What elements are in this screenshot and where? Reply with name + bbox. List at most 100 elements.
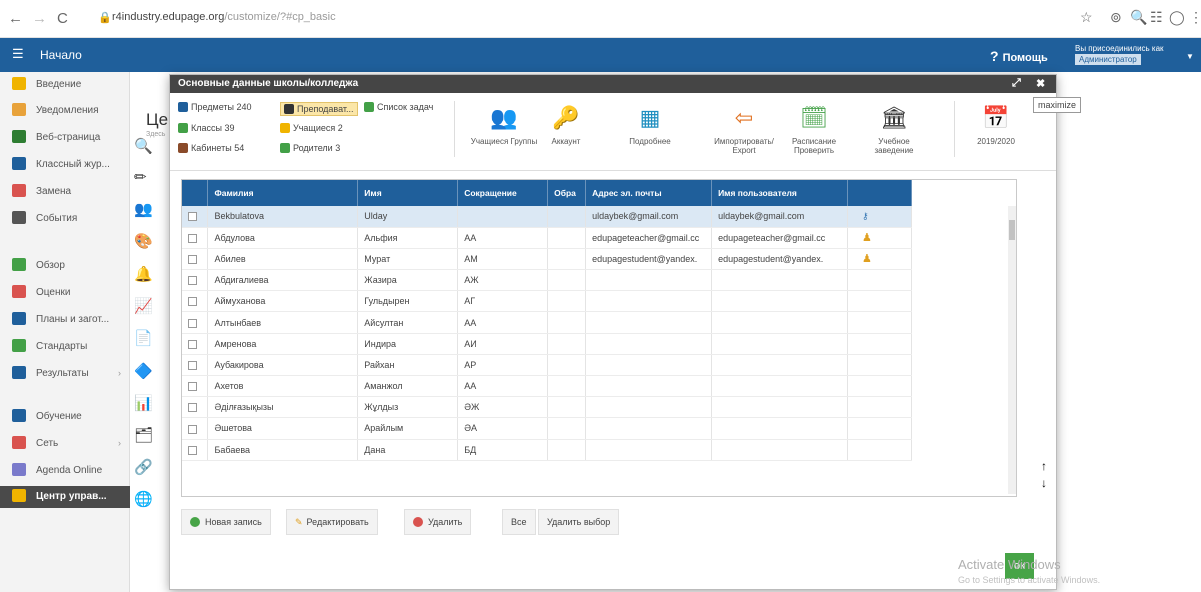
delete-button[interactable]: Удалить	[404, 509, 472, 535]
sidebar-item[interactable]: События	[0, 208, 130, 230]
quick-link[interactable]: Учащиеся 2	[280, 123, 343, 133]
row-checkbox-cell[interactable]	[182, 248, 209, 271]
sidebar-item[interactable]: Обучение	[0, 406, 130, 428]
row-checkbox[interactable]	[188, 297, 197, 307]
table-row[interactable]: Әшетова Арайлым ӘА	[182, 417, 912, 440]
extension-icon[interactable]: ⊚	[1110, 9, 1122, 26]
row-checkbox[interactable]	[188, 339, 197, 349]
toolbar-button[interactable]: 🏛 Учебное заведение	[858, 95, 930, 165]
sidebar-item[interactable]: Стандарты	[0, 336, 130, 358]
table-row[interactable]: Абдигалиева Жазира АЖ	[182, 269, 912, 292]
toolbar-button[interactable]: 🗓 Расписание Проверить	[778, 95, 850, 165]
home-link[interactable]: Начало	[40, 48, 82, 62]
toolbar-button[interactable]: 🔑 Аккаунт	[530, 95, 602, 165]
sidebar-item[interactable]: Введение	[0, 74, 130, 96]
sidebar-item[interactable]: Уведомления	[0, 100, 130, 122]
column-header[interactable]: Имя пользователя	[711, 180, 849, 206]
table-row[interactable]: Амренова Индира АИ	[182, 333, 912, 355]
bookmark-star-icon[interactable]: ☆	[1080, 9, 1093, 26]
sidebar-item[interactable]: Классный жур...	[0, 154, 130, 176]
row-checkbox-cell[interactable]	[182, 375, 209, 398]
row-checkbox-cell[interactable]	[182, 290, 209, 313]
hamburger-menu-icon[interactable]: ☰	[12, 46, 24, 62]
row-checkbox-cell[interactable]	[182, 206, 209, 228]
row-checkbox[interactable]	[188, 403, 197, 413]
row-checkbox[interactable]	[188, 276, 197, 286]
sidebar-item[interactable]: Планы и загот...	[0, 309, 130, 331]
profile-icon[interactable]: ◯	[1169, 9, 1185, 26]
clear-selection-button[interactable]: Удалить выбор	[538, 509, 620, 535]
sidebar-item[interactable]: Оценки	[0, 282, 130, 304]
quick-link[interactable]: Предметы 240	[178, 102, 252, 112]
row-checkbox[interactable]	[188, 360, 197, 370]
column-header[interactable]: Фамилия	[207, 180, 359, 206]
browser-menu-icon[interactable]: ⋮	[1189, 9, 1201, 26]
table-row[interactable]: Әділғазықызы Жұлдыз ӘЖ	[182, 396, 912, 419]
column-header[interactable]: Сокращение	[457, 180, 549, 206]
sidebar-item[interactable]: Сеть ›	[0, 433, 130, 455]
select-all-button[interactable]: Все	[502, 509, 536, 535]
sidebar-item-icon	[12, 489, 26, 502]
quick-link[interactable]: Родители 3	[280, 143, 340, 153]
table-cell: Жазира	[357, 269, 459, 292]
vertical-scrollbar[interactable]	[1008, 206, 1016, 494]
row-checkbox[interactable]	[188, 255, 197, 265]
row-checkbox-cell[interactable]	[182, 269, 209, 292]
maximize-icon[interactable]: ⤢	[1012, 77, 1021, 90]
checkbox-column-header[interactable]	[182, 180, 209, 206]
row-checkbox[interactable]	[188, 212, 197, 222]
sidebar-item[interactable]: Agenda Online	[0, 460, 130, 482]
table-row[interactable]: Bekbulatova Ulday uldaybek@gmail.com uldayb…	[182, 206, 912, 228]
row-checkbox[interactable]	[188, 318, 197, 328]
quick-link[interactable]: Кабинеты 54	[178, 143, 244, 153]
user-info[interactable]: Вы присоединились как Администратор	[1075, 43, 1164, 65]
toolbar-button[interactable]: 📅 2019/2020	[960, 95, 1032, 165]
scrollbar-thumb[interactable]	[1009, 220, 1015, 240]
reload-icon[interactable]: C	[57, 10, 68, 27]
row-checkbox-cell[interactable]	[182, 417, 209, 440]
quick-link[interactable]: Классы 39	[178, 123, 234, 133]
table-row[interactable]: Алтынбаев Айсултан АА	[182, 311, 912, 334]
row-checkbox-cell[interactable]	[182, 396, 209, 419]
table-row[interactable]: Ахетов Аманжол АА	[182, 375, 912, 398]
dialog-titlebar[interactable]: Основные данные школы/колледжа ⤢ ✖	[170, 75, 1056, 93]
quick-link-label: Учащиеся 2	[293, 123, 343, 133]
sidebar-item[interactable]: Замена	[0, 181, 130, 203]
table-row[interactable]: Абдулова Альфия АА edupageteacher@gmail.cc e…	[182, 227, 912, 249]
row-checkbox-cell[interactable]	[182, 227, 209, 249]
sidebar-item[interactable]: Веб-страница	[0, 127, 130, 149]
close-icon[interactable]: ✖	[1036, 77, 1045, 90]
address-bar[interactable]: r4industry.edupage.org/customize/?#cp_ba…	[112, 11, 336, 23]
table-row[interactable]: Бабаева Дана БД	[182, 439, 912, 461]
sidebar-item[interactable]: Результаты ›	[0, 363, 130, 385]
toolbar-button[interactable]: ⇦ Импортировать/ Export	[708, 95, 780, 165]
row-icon-cell	[847, 375, 912, 398]
quick-link[interactable]: Список задач	[364, 102, 433, 112]
row-checkbox-cell[interactable]	[182, 354, 209, 377]
new-record-button[interactable]: Новая запись	[181, 509, 271, 535]
column-header[interactable]: Адрес эл. почты	[585, 180, 713, 206]
table-row[interactable]: Аймуханова Гульдырен АГ	[182, 290, 912, 313]
column-header[interactable]: Имя	[357, 180, 459, 206]
column-header[interactable]: Обра	[547, 180, 587, 206]
search-icon[interactable]: 🔍	[1130, 9, 1147, 26]
row-checkbox[interactable]	[188, 382, 197, 392]
forward-icon[interactable]: →	[32, 10, 47, 27]
sidebar-item[interactable]: Обзор	[0, 255, 130, 277]
sidebar-item[interactable]: Центр управ...	[0, 486, 130, 508]
row-checkbox-cell[interactable]	[182, 311, 209, 334]
extension-icon-2[interactable]: ☷	[1150, 9, 1163, 26]
back-icon[interactable]: ←	[8, 10, 23, 27]
table-row[interactable]: Аубакирова Райхан АР	[182, 354, 912, 377]
quick-link[interactable]: Преподават...	[280, 102, 358, 116]
row-checkbox[interactable]	[188, 233, 197, 243]
row-checkbox[interactable]	[188, 445, 197, 455]
edit-button[interactable]: ✎ Редактировать	[286, 509, 378, 535]
row-checkbox[interactable]	[188, 424, 197, 434]
help-button[interactable]: ? Помощь	[990, 48, 1048, 64]
table-row[interactable]: Абилев Мурат АМ edupagestudent@yandex. edupa…	[182, 248, 912, 271]
chevron-down-icon[interactable]: ▼	[1186, 52, 1194, 61]
row-checkbox-cell[interactable]	[182, 333, 209, 355]
row-checkbox-cell[interactable]	[182, 439, 209, 461]
toolbar-button[interactable]: ▦ Подробнее	[614, 95, 686, 165]
